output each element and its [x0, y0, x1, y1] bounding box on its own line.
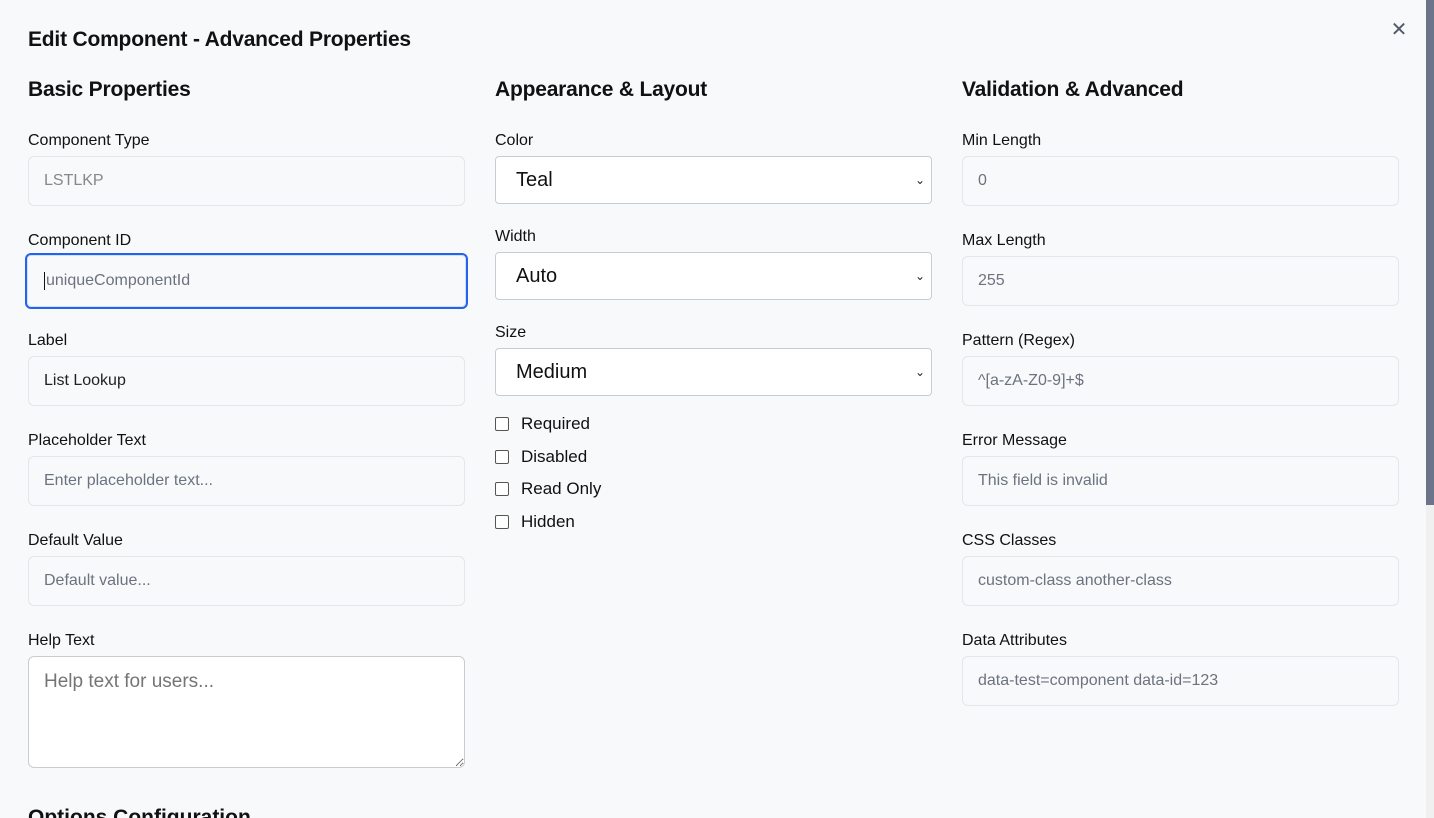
pattern-input[interactable]: ^[a-zA-Z0-9]+$	[962, 356, 1399, 406]
field-label: Label	[28, 332, 68, 349]
label-input[interactable]: List Lookup	[28, 356, 465, 406]
width-select[interactable]: Auto ⌄	[495, 252, 932, 300]
field-label: Max Length	[962, 232, 1046, 249]
checkbox-label: Hidden	[521, 511, 575, 531]
min-length-input[interactable]: 0	[962, 156, 1399, 206]
data-attributes-input[interactable]: data-test=component data-id=123	[962, 656, 1399, 706]
hidden-checkbox[interactable]: Hidden	[495, 506, 932, 539]
chevron-down-icon: ⌄	[914, 173, 925, 187]
max-length-input[interactable]: 255	[962, 256, 1399, 306]
size-select[interactable]: Medium ⌄	[495, 348, 932, 396]
placeholder-text-input[interactable]: Enter placeholder text...	[28, 456, 465, 506]
checkbox-box[interactable]	[495, 482, 509, 497]
section-heading: Basic Properties	[28, 78, 191, 101]
color-select[interactable]: Teal ⌄	[495, 156, 932, 204]
scrollbar-thumb[interactable]	[1426, 0, 1434, 505]
css-classes-input[interactable]: custom-class another-class	[962, 556, 1399, 606]
component-id-input[interactable]: uniqueComponentId	[25, 253, 468, 309]
chevron-down-icon: ⌄	[914, 269, 925, 283]
section-heading: Validation & Advanced	[962, 78, 1184, 101]
field-label: Color	[495, 132, 534, 149]
selected-value: Teal	[516, 169, 553, 191]
section-heading: Appearance & Layout	[495, 78, 708, 101]
disabled-checkbox[interactable]: Disabled	[495, 441, 932, 474]
selected-value: Medium	[516, 361, 588, 383]
section-heading-options: Options Configuration	[28, 806, 251, 818]
read-only-checkbox[interactable]: Read Only	[495, 473, 932, 506]
checkbox-label: Disabled	[521, 446, 588, 466]
required-checkbox[interactable]: Required	[495, 408, 932, 441]
selected-value: Auto	[516, 265, 558, 287]
checkbox-box[interactable]	[495, 449, 509, 464]
basic-properties-column: Basic Properties Component Type LSTLKP C…	[25, 78, 468, 799]
checkbox-label: Required	[521, 414, 590, 434]
close-icon[interactable]: ✕	[1389, 20, 1409, 40]
checkbox-box[interactable]	[495, 514, 509, 529]
component-type-field: LSTLKP	[28, 156, 465, 206]
error-message-input[interactable]: This field is invalid	[962, 456, 1399, 506]
field-label: Placeholder Text	[28, 432, 146, 449]
field-label: Help Text	[28, 632, 95, 649]
field-label: Width	[495, 228, 536, 245]
checkbox-label: Read Only	[521, 479, 602, 499]
field-label: Pattern (Regex)	[962, 332, 1075, 349]
field-label: Data Attributes	[962, 632, 1067, 649]
validation-column: Validation & Advanced Min Length 0 Max L…	[962, 78, 1399, 732]
field-label: Size	[495, 324, 527, 341]
checkbox-box[interactable]	[495, 417, 509, 432]
field-label: Component Type	[28, 132, 150, 149]
field-label: CSS Classes	[962, 532, 1057, 549]
dialog-title: Edit Component - Advanced Properties	[28, 28, 411, 51]
field-label: Min Length	[962, 132, 1042, 149]
scrollbar[interactable]	[1426, 0, 1434, 818]
field-label: Component ID	[28, 232, 132, 249]
help-text-textarea[interactable]	[28, 656, 465, 768]
chevron-down-icon: ⌄	[914, 365, 925, 379]
appearance-column: Appearance & Layout Color Teal ⌄ Width Au…	[495, 78, 932, 538]
default-value-input[interactable]: Default value...	[28, 556, 465, 606]
field-label: Error Message	[962, 432, 1067, 449]
field-label: Default Value	[28, 532, 123, 549]
placeholder: uniqueComponentId	[46, 272, 191, 289]
